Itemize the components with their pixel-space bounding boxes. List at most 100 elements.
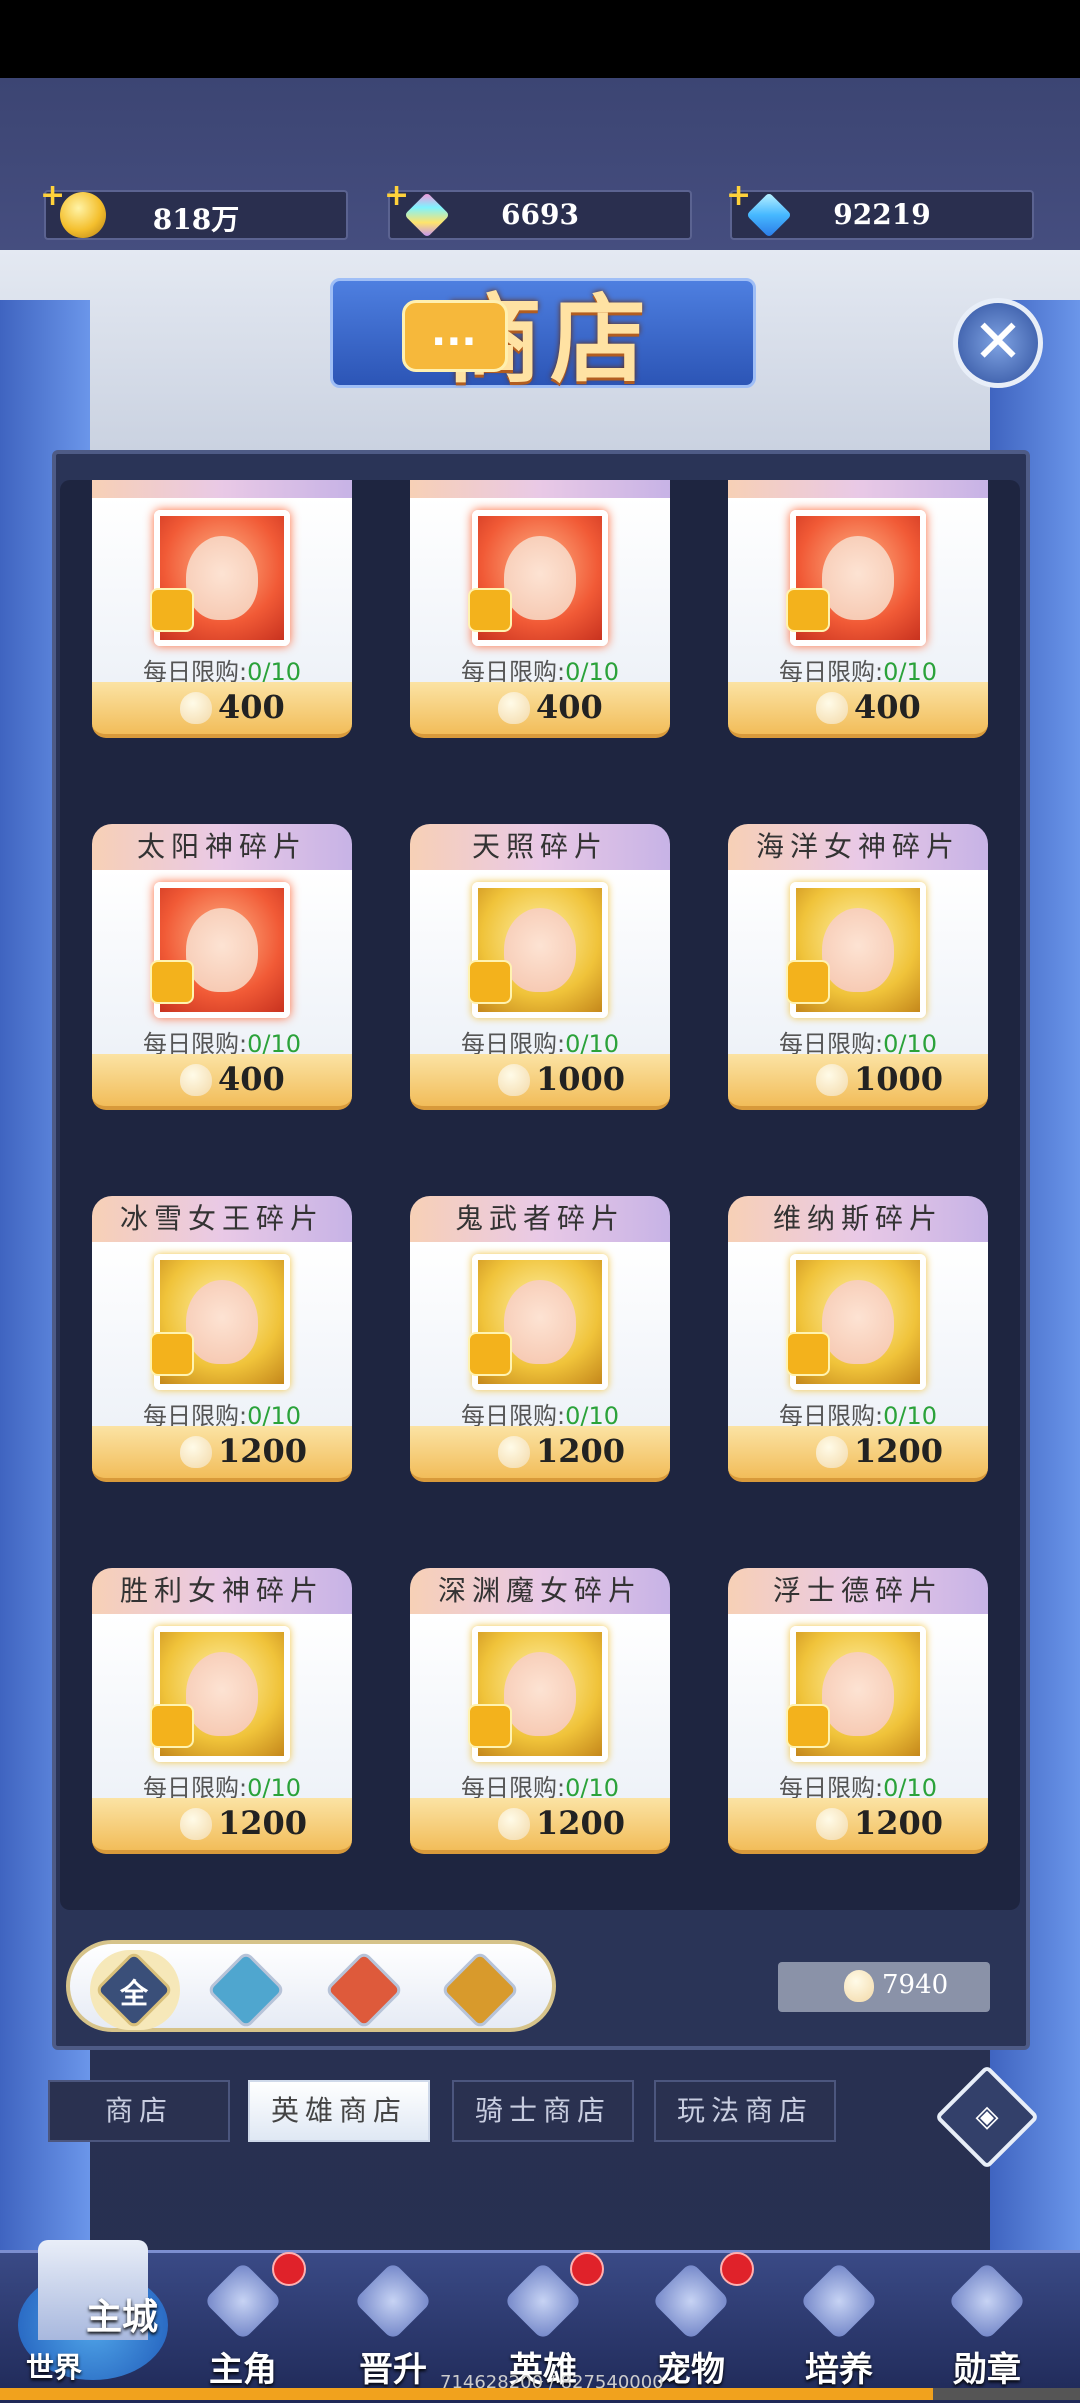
price-value: 1200 bbox=[536, 1432, 626, 1470]
main-city-button[interactable]: 主城 世界 bbox=[8, 2200, 178, 2390]
medal-icon bbox=[947, 2261, 1027, 2341]
price-value: 1200 bbox=[854, 1432, 944, 1470]
buy-button[interactable]: 1200 bbox=[410, 1426, 670, 1482]
currency-diamond[interactable]: + 92219 bbox=[726, 178, 1034, 240]
shop-item-card[interactable]: 太阳神碎片 每日限购:0/10 400 bbox=[92, 824, 352, 1124]
shard-token-icon bbox=[816, 1064, 848, 1096]
tab-hero-shop[interactable]: 英雄商店 bbox=[248, 2080, 430, 2142]
shard-token-icon bbox=[816, 692, 848, 724]
shard-token-icon bbox=[844, 1970, 874, 2002]
shard-puzzle-icon bbox=[150, 1704, 194, 1748]
hero-portrait[interactable] bbox=[150, 510, 290, 646]
world-label: 世界 bbox=[26, 2351, 83, 2384]
balance-value: 7940 bbox=[882, 1970, 949, 2000]
item-name: 冰雪女王碎片 bbox=[92, 1196, 352, 1242]
buy-button[interactable]: 1200 bbox=[410, 1798, 670, 1854]
water-element-icon[interactable] bbox=[206, 1950, 286, 2030]
hero-face bbox=[186, 1280, 258, 1364]
shard-token-icon bbox=[498, 1808, 530, 1840]
item-name bbox=[92, 480, 352, 498]
buy-button[interactable]: 400 bbox=[410, 682, 670, 738]
hero-face bbox=[186, 1652, 258, 1736]
shop-item-card[interactable]: 每日限购:0/10 400 bbox=[92, 480, 352, 752]
shard-puzzle-icon bbox=[786, 960, 830, 1004]
shop-item-card[interactable]: 天照碎片 每日限购:0/10 1000 bbox=[410, 824, 670, 1124]
status-bar bbox=[0, 0, 1080, 78]
chat-bubble-text: ... bbox=[431, 309, 477, 355]
hero-portrait[interactable] bbox=[786, 1254, 926, 1390]
shop-item-card[interactable]: 维纳斯碎片 每日限购:0/10 1200 bbox=[728, 1196, 988, 1496]
item-name: 胜利女神碎片 bbox=[92, 1568, 352, 1614]
main-city-label: 主城 bbox=[86, 2297, 159, 2338]
hero-portrait[interactable] bbox=[150, 882, 290, 1018]
item-name: 鬼武者碎片 bbox=[410, 1196, 670, 1242]
shop-item-card[interactable]: 冰雪女王碎片 每日限购:0/10 1200 bbox=[92, 1196, 352, 1496]
hero-portrait[interactable] bbox=[468, 882, 608, 1018]
shop-item-card[interactable]: 胜利女神碎片 每日限购:0/10 1200 bbox=[92, 1568, 352, 1868]
shard-token-icon bbox=[498, 1064, 530, 1096]
earth-element-icon[interactable] bbox=[440, 1950, 520, 2030]
hero-face bbox=[822, 1652, 894, 1736]
item-grid[interactable]: 每日限购:0/10 400 每日限购:0/10 400 每日限购:0/10 400 太阳神碎… bbox=[60, 480, 1020, 1910]
shop-item-card[interactable]: 深渊魔女碎片 每日限购:0/10 1200 bbox=[410, 1568, 670, 1868]
hero-portrait[interactable] bbox=[468, 510, 608, 646]
buy-button[interactable]: 1200 bbox=[92, 1426, 352, 1482]
buy-button[interactable]: 400 bbox=[92, 682, 352, 738]
shard-token-icon bbox=[180, 1436, 212, 1468]
hero-portrait[interactable] bbox=[468, 1626, 608, 1762]
shard-token-icon bbox=[180, 1808, 212, 1840]
hero-face bbox=[822, 1280, 894, 1364]
nav-label: 勋章 bbox=[953, 2350, 1021, 2390]
buy-button[interactable]: 400 bbox=[92, 1054, 352, 1110]
buy-button[interactable]: 1000 bbox=[410, 1054, 670, 1110]
shard-puzzle-icon bbox=[150, 588, 194, 632]
hero-portrait[interactable] bbox=[786, 882, 926, 1018]
chat-bubble-icon[interactable]: ... bbox=[402, 300, 508, 372]
hero-face bbox=[504, 1280, 576, 1364]
promotion-icon bbox=[353, 2261, 433, 2341]
training-icon bbox=[799, 2261, 879, 2341]
shard-token-icon bbox=[498, 1436, 530, 1468]
shop-item-card[interactable]: 每日限购:0/10 400 bbox=[728, 480, 988, 752]
item-name: 浮士德碎片 bbox=[728, 1568, 988, 1614]
currency-gold[interactable]: + 818万 bbox=[40, 178, 348, 240]
hero-portrait[interactable] bbox=[468, 1254, 608, 1390]
price-value: 400 bbox=[536, 688, 603, 726]
item-name bbox=[410, 480, 670, 498]
shop-item-card[interactable]: 鬼武者碎片 每日限购:0/10 1200 bbox=[410, 1196, 670, 1496]
hero-portrait[interactable] bbox=[150, 1626, 290, 1762]
hero-portrait[interactable] bbox=[150, 1254, 290, 1390]
nav-label: 晋升 bbox=[359, 2350, 427, 2390]
close-button[interactable]: ✕ bbox=[953, 298, 1043, 388]
nav-promotion[interactable]: 晋升 bbox=[328, 2258, 458, 2398]
notification-dot bbox=[272, 2252, 306, 2286]
hero-face bbox=[504, 1652, 576, 1736]
buy-button[interactable]: 400 bbox=[728, 682, 988, 738]
hero-face bbox=[186, 536, 258, 620]
notification-dot bbox=[570, 2252, 604, 2286]
tab-gameplay-shop[interactable]: 玩法商店 bbox=[654, 2080, 836, 2142]
shard-puzzle-icon bbox=[786, 1332, 830, 1376]
tab-shop[interactable]: 商店 bbox=[48, 2080, 230, 2142]
shard-puzzle-icon bbox=[150, 1332, 194, 1376]
buy-button[interactable]: 1200 bbox=[92, 1798, 352, 1854]
shop-item-card[interactable]: 浮士德碎片 每日限购:0/10 1200 bbox=[728, 1568, 988, 1868]
nav-training[interactable]: 培养 bbox=[774, 2258, 904, 2398]
fire-element-icon[interactable] bbox=[324, 1950, 404, 2030]
nav-medals[interactable]: 勋章 bbox=[922, 2258, 1052, 2398]
buy-button[interactable]: 1200 bbox=[728, 1798, 988, 1854]
price-value: 1200 bbox=[218, 1432, 308, 1470]
tab-knight-shop[interactable]: 骑士商店 bbox=[452, 2080, 634, 2142]
buy-button[interactable]: 1000 bbox=[728, 1054, 988, 1110]
price-value: 1000 bbox=[536, 1060, 626, 1098]
buy-button[interactable]: 1200 bbox=[728, 1426, 988, 1482]
currency-crystal[interactable]: + 6693 bbox=[384, 178, 692, 240]
shop-item-card[interactable]: 海洋女神碎片 每日限购:0/10 1000 bbox=[728, 824, 988, 1124]
element-filter-bar: 全 bbox=[66, 1940, 556, 2032]
shard-token-icon bbox=[498, 692, 530, 724]
hero-portrait[interactable] bbox=[786, 510, 926, 646]
price-value: 400 bbox=[854, 688, 921, 726]
price-value: 1200 bbox=[218, 1804, 308, 1842]
shop-item-card[interactable]: 每日限购:0/10 400 bbox=[410, 480, 670, 752]
hero-portrait[interactable] bbox=[786, 1626, 926, 1762]
